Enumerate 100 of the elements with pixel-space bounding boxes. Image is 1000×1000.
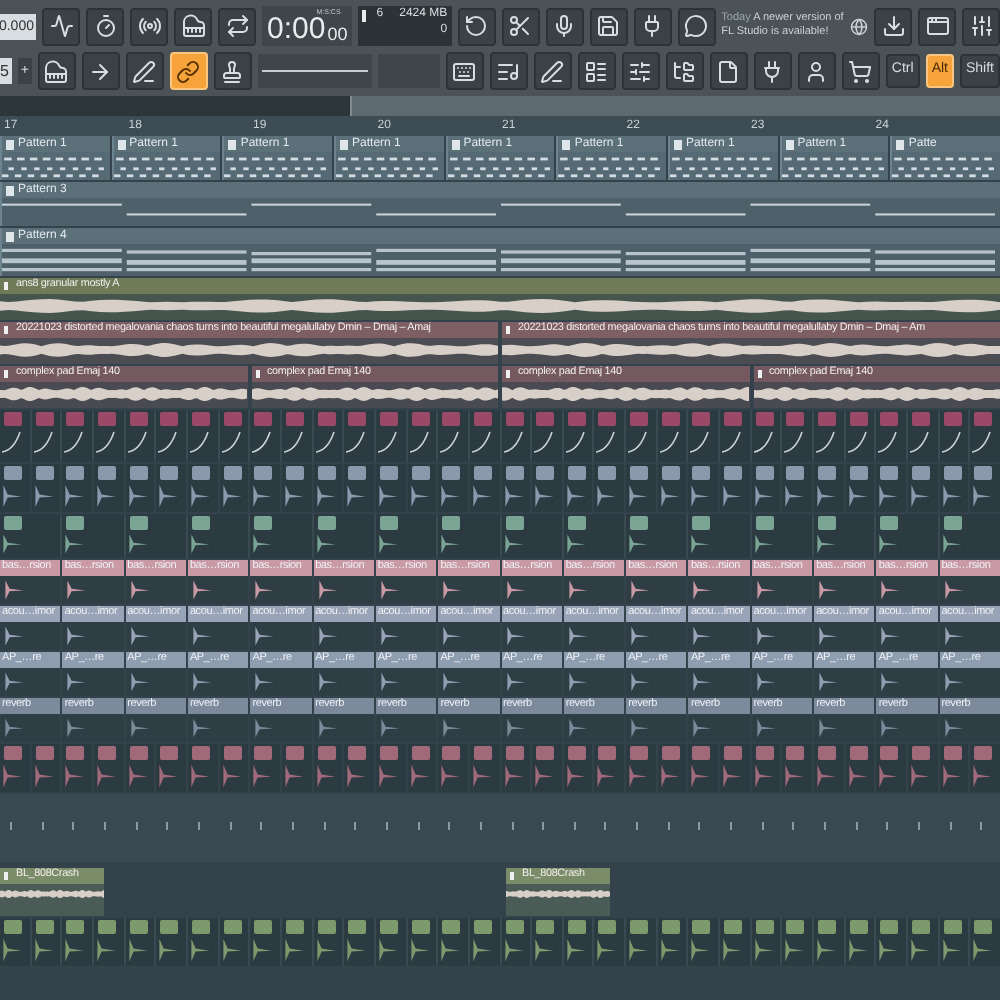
sample-clip[interactable] [187,744,218,792]
person-icon[interactable] [797,52,836,90]
sample-clip[interactable] [626,744,656,792]
sample-clip[interactable] [657,410,687,462]
slider-icon[interactable] [962,7,1000,45]
sample-clip[interactable] [281,918,312,966]
sample-clip[interactable] [344,744,374,792]
sample-clip[interactable] [250,410,280,462]
list-icon[interactable] [489,52,528,90]
playlist-icon[interactable] [577,52,616,90]
sample-clip[interactable] [814,918,844,966]
plug-icon[interactable] [633,7,672,45]
sample-clip[interactable] [0,410,30,462]
sample-clip[interactable] [62,918,92,966]
sample-clip[interactable] [313,744,343,792]
sample-clip[interactable] [62,514,124,558]
sample-clip[interactable] [563,918,593,966]
sample-clip[interactable] [93,464,124,512]
sample-clip[interactable] [688,464,719,512]
sample-clip[interactable] [626,464,656,512]
sample-clip[interactable] [375,410,406,462]
sample-clip[interactable] [908,464,938,512]
sample-clip[interactable] [688,744,719,792]
sample-clip[interactable] [187,514,249,558]
sample-clip[interactable] [375,464,406,512]
sample-clip[interactable] [313,514,374,558]
sample-clip[interactable] [438,744,468,792]
sample-clip[interactable] [469,744,499,792]
sample-clip[interactable] [657,464,687,512]
sample-clip[interactable] [250,744,280,792]
sample-clip[interactable] [438,514,499,558]
sample-clip[interactable] [62,744,92,792]
sample-clip[interactable] [626,514,687,558]
pattern-number-field[interactable]: 5 [0,58,13,84]
sample-clip[interactable] [594,918,625,966]
sample-clip[interactable] [187,918,218,966]
sample-clip[interactable] [93,744,124,792]
mixer-icon[interactable] [621,52,660,90]
cart-icon[interactable] [841,52,880,90]
sample-clip[interactable] [876,918,907,966]
sample-clip[interactable] [125,410,155,462]
sample-clip[interactable] [469,410,499,462]
sample-clip[interactable] [876,464,907,512]
sample-clip[interactable] [407,464,437,512]
sample-clip[interactable] [125,918,155,966]
sample-clip[interactable] [845,744,875,792]
sample-clip[interactable] [814,744,844,792]
sample-clip[interactable] [250,514,312,558]
sample-clip[interactable] [501,744,531,792]
sample-clip[interactable] [469,918,499,966]
sample-clip[interactable] [876,744,907,792]
sample-clip[interactable] [62,410,92,462]
sample-clip[interactable] [751,918,781,966]
sample-clip[interactable] [93,918,124,966]
sample-clip[interactable] [626,410,656,462]
sample-clip[interactable] [281,464,312,512]
sample-clip[interactable] [594,464,625,512]
sample-clip[interactable] [156,410,186,462]
sample-clip[interactable] [688,410,719,462]
sample-clip[interactable] [281,744,312,792]
sample-clip[interactable] [313,410,343,462]
sample-clip[interactable] [908,918,938,966]
sample-clip[interactable] [407,918,437,966]
sample-clip[interactable] [219,744,249,792]
save-icon[interactable] [589,7,628,45]
sample-clip[interactable] [344,464,374,512]
sample-clip[interactable] [532,410,562,462]
sample-clip[interactable] [313,918,343,966]
sample-clip[interactable] [939,514,1000,558]
sample-clip[interactable] [594,410,625,462]
sample-clip[interactable] [970,918,1000,966]
sample-clip[interactable] [720,464,750,512]
sample-clip[interactable] [125,514,186,558]
sample-clip[interactable] [156,744,186,792]
sample-clip[interactable] [970,744,1000,792]
sample-clip[interactable] [563,464,593,512]
sample-clip[interactable] [814,410,844,462]
sample-clip[interactable] [407,410,437,462]
sample-clip[interactable] [782,464,813,512]
metronome-icon[interactable] [42,7,80,45]
sample-clip[interactable] [563,514,625,558]
sample-clip[interactable] [814,464,844,512]
sample-clip[interactable] [876,514,938,558]
file-icon[interactable] [709,52,748,90]
sample-clip[interactable] [313,464,343,512]
sample-clip[interactable] [187,464,218,512]
sample-clip[interactable] [344,918,374,966]
sample-clip[interactable] [751,514,813,558]
loop-icon[interactable] [218,7,256,45]
sample-clip[interactable] [62,464,92,512]
sample-clip[interactable] [501,464,531,512]
sample-clip[interactable] [970,410,1000,462]
sample-clip[interactable] [31,410,61,462]
sample-clip[interactable] [219,464,249,512]
sample-clip[interactable] [187,410,218,462]
scissors-icon[interactable] [501,7,540,45]
pen-icon[interactable] [125,52,163,90]
sample-clip[interactable] [626,918,656,966]
sample-clip[interactable] [939,744,969,792]
sample-clip[interactable] [250,464,280,512]
